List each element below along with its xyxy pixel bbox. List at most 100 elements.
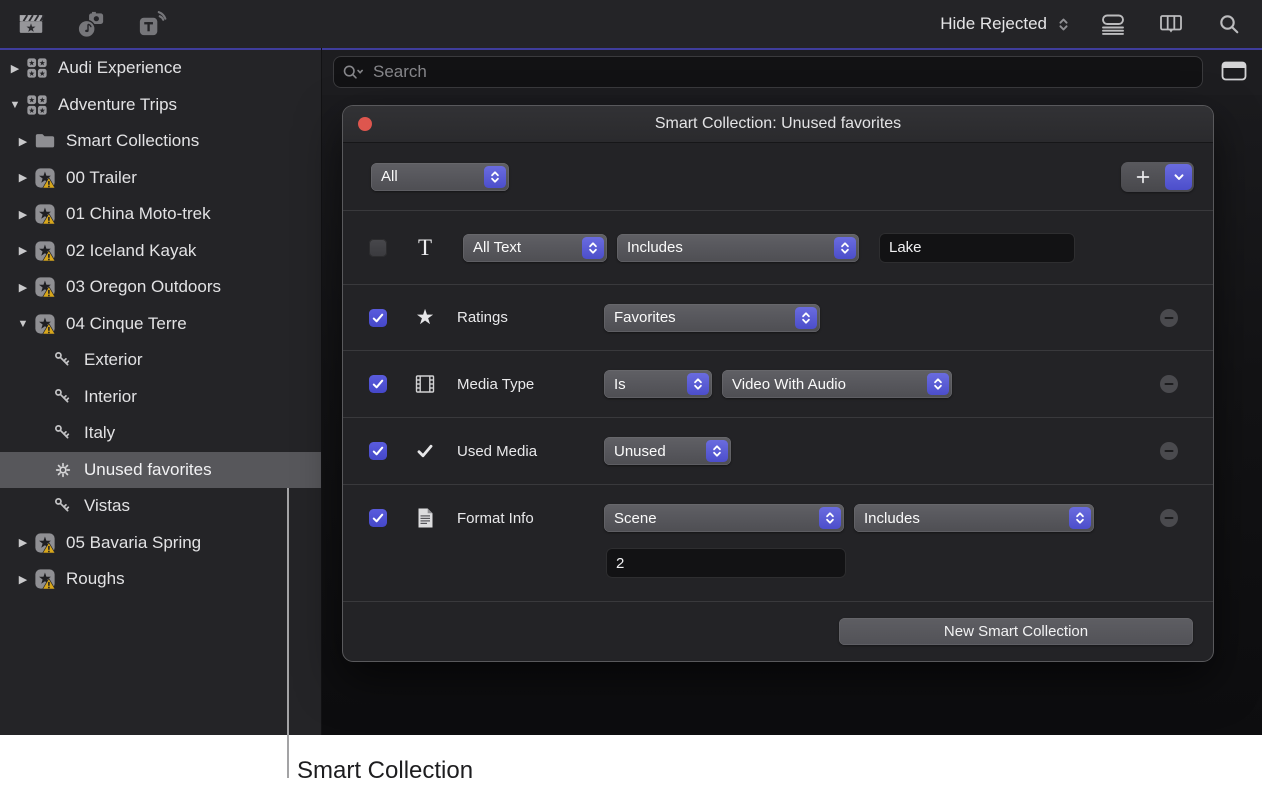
sidebar-toggle-group (14, 7, 168, 41)
filter-popup[interactable]: Hide Rejected (940, 14, 1072, 34)
rule-label: Media Type (457, 376, 604, 393)
disclosure-triangle-icon[interactable]: ▶ (16, 171, 30, 184)
sidebar-item-unused-favorites[interactable]: Unused favorites (0, 452, 321, 489)
sidebar-item-label: 00 Trailer (66, 168, 137, 188)
search-input[interactable] (371, 61, 1203, 83)
sidebar-item-label: Roughs (66, 569, 125, 589)
rule-checkbox[interactable] (369, 375, 387, 393)
library-icon (26, 57, 48, 79)
sidebar-item-roughs[interactable]: ▶ Roughs (0, 561, 321, 598)
chevron-up-down-icon (927, 373, 949, 395)
remove-rule-button[interactable] (1159, 441, 1179, 461)
disclosure-triangle-icon[interactable]: ▼ (16, 318, 30, 330)
sidebar-item-italy[interactable]: Italy (0, 415, 321, 452)
disclosure-triangle-icon[interactable]: ▶ (16, 208, 30, 221)
event-warning-icon (34, 167, 56, 189)
rule-checkbox[interactable] (369, 509, 387, 527)
text-rule-field[interactable] (879, 233, 1075, 263)
event-warning-icon (34, 568, 56, 590)
sidebar-item-label: Italy (84, 423, 115, 443)
remove-rule-button[interactable] (1159, 374, 1179, 394)
rule-row-text: T All Text Includes (343, 210, 1213, 284)
media-type-value-popup[interactable]: Video With Audio (722, 370, 952, 398)
sidebar-item-label: Smart Collections (66, 131, 199, 151)
match-popup[interactable]: All (371, 163, 509, 191)
format-info-field[interactable] (606, 548, 846, 578)
popup-value: Includes (617, 239, 683, 256)
close-button[interactable] (358, 117, 372, 131)
filter-window-button[interactable] (1219, 58, 1249, 84)
photos-audio-sidebar-icon[interactable] (74, 7, 108, 41)
sidebar-item-00-trailer[interactable]: ▶ 00 Trailer (0, 160, 321, 197)
popup-value: Includes (854, 510, 920, 527)
browser-controls-group: Hide Rejected (940, 7, 1246, 41)
sidebar-item-interior[interactable]: Interior (0, 379, 321, 416)
app-window: Hide Rejected ▶ Audi Experience ▼ Advent… (0, 0, 1262, 735)
checkmark-icon (371, 377, 385, 391)
sidebar-item-label: 04 Cinque Terre (66, 314, 187, 334)
media-type-operator-popup[interactable]: Is (604, 370, 712, 398)
format-info-operator-popup[interactable]: Includes (854, 504, 1094, 532)
search-icon[interactable] (1212, 7, 1246, 41)
callout-label: Smart Collection (297, 757, 473, 785)
libraries-sidebar-icon[interactable] (14, 7, 48, 41)
sidebar-item-01-china-moto-trek[interactable]: ▶ 01 China Moto-trek (0, 196, 321, 233)
titles-generators-sidebar-icon[interactable] (134, 7, 168, 41)
sidebar-item-adventure-trips[interactable]: ▼ Adventure Trips (0, 87, 321, 124)
top-toolbar: Hide Rejected (0, 0, 1262, 48)
sidebar-item-label: Exterior (84, 350, 143, 370)
dialog-footer: New Smart Collection (343, 601, 1213, 661)
sidebar-item-02-iceland-kayak[interactable]: ▶ 02 Iceland Kayak (0, 233, 321, 270)
sidebar-item-audi-experience[interactable]: ▶ Audi Experience (0, 50, 321, 87)
add-rule-button[interactable] (1121, 162, 1165, 192)
chevron-up-down-icon (706, 440, 728, 462)
disclosure-triangle-icon[interactable]: ▶ (16, 536, 30, 549)
sidebar-item-label: Audi Experience (58, 58, 182, 78)
remove-rule-button[interactable] (1159, 308, 1179, 328)
text-scope-popup[interactable]: All Text (463, 234, 607, 262)
checkmark-icon (371, 311, 385, 325)
dialog-titlebar[interactable]: Smart Collection: Unused favorites (343, 106, 1213, 143)
folder-icon (34, 130, 56, 152)
sidebar-item-03-oregon-outdoors[interactable]: ▶ 03 Oregon Outdoors (0, 269, 321, 306)
plus-icon (1135, 169, 1151, 185)
star-icon: ★ (413, 306, 437, 330)
used-media-popup[interactable]: Unused (604, 437, 731, 465)
filmstrip-view-icon[interactable] (1154, 7, 1188, 41)
new-smart-collection-button[interactable]: New Smart Collection (839, 618, 1193, 645)
rule-checkbox[interactable] (369, 239, 387, 257)
ratings-popup[interactable]: Favorites (604, 304, 820, 332)
browser-pane: Smart Collection: Unused favorites All (322, 50, 1262, 735)
disclosure-triangle-icon[interactable]: ▼ (8, 99, 22, 111)
chevron-up-down-icon (819, 507, 841, 529)
chevron-down-icon (1171, 169, 1187, 185)
list-view-icon[interactable] (1096, 7, 1130, 41)
sidebar-item-label: Vistas (84, 496, 130, 516)
sidebar-item-vistas[interactable]: Vistas (0, 488, 321, 525)
browser-background: Smart Collection: Unused favorites All (322, 95, 1262, 735)
disclosure-triangle-icon[interactable]: ▶ (16, 244, 30, 257)
text-match-popup[interactable]: Includes (617, 234, 859, 262)
sidebar-item-label: Interior (84, 387, 137, 407)
rule-checkbox[interactable] (369, 309, 387, 327)
popup-value: Favorites (604, 309, 676, 326)
sidebar-item-exterior[interactable]: Exterior (0, 342, 321, 379)
sidebar-item-04-cinque-terre[interactable]: ▼ 04 Cinque Terre (0, 306, 321, 343)
rule-checkbox[interactable] (369, 442, 387, 460)
disclosure-triangle-icon[interactable]: ▶ (8, 62, 22, 75)
popup-value: All Text (463, 239, 521, 256)
screenshot-stage: Hide Rejected ▶ Audi Experience ▼ Advent… (0, 0, 1262, 806)
disclosure-triangle-icon[interactable]: ▶ (16, 135, 30, 148)
sidebar-item-smart-collections[interactable]: ▶ Smart Collections (0, 123, 321, 160)
chevron-up-down-icon (687, 373, 709, 395)
keyword-icon (52, 495, 74, 517)
remove-rule-button[interactable] (1159, 508, 1179, 528)
add-rule-menu-button[interactable] (1165, 164, 1192, 190)
format-info-property-popup[interactable]: Scene (604, 504, 844, 532)
rule-label: Format Info (457, 510, 604, 527)
disclosure-triangle-icon[interactable]: ▶ (16, 573, 30, 586)
disclosure-triangle-icon[interactable]: ▶ (16, 281, 30, 294)
sidebar-item-05-bavaria-spring[interactable]: ▶ 05 Bavaria Spring (0, 525, 321, 562)
popup-value: Is (604, 376, 626, 393)
search-field[interactable] (333, 56, 1203, 88)
